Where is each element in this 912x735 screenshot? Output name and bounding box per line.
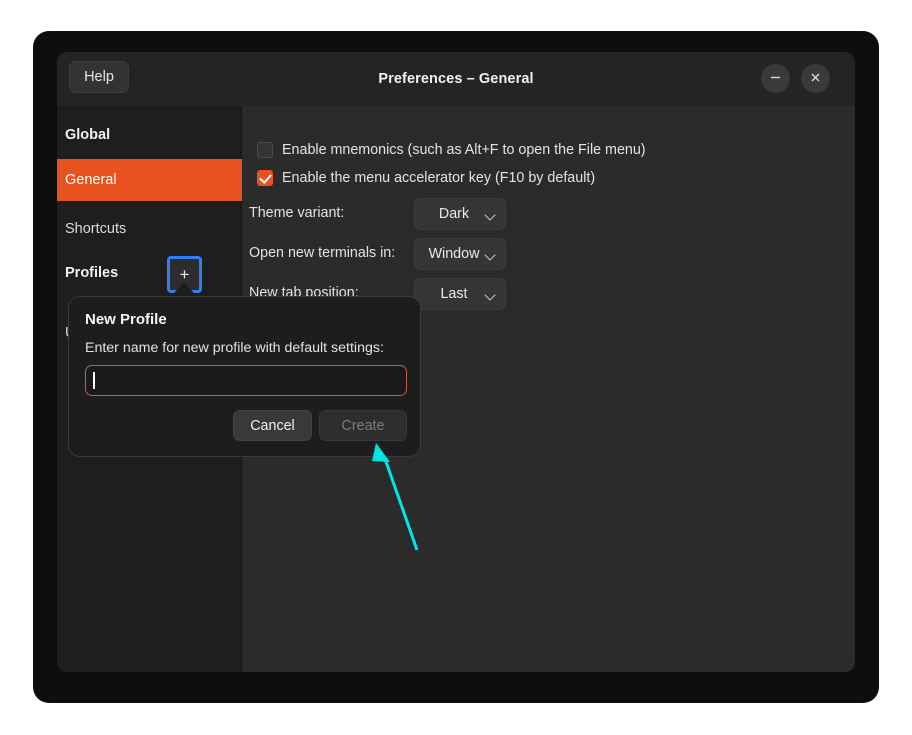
window-headerbar: Preferences – General Help [57, 52, 855, 106]
help-button[interactable]: Help [69, 61, 129, 93]
checkbox-label-mnemonics: Enable mnemonics (such as Alt+F to open … [282, 140, 646, 160]
sidebar-header-profiles: Profiles [57, 258, 242, 288]
theme-variant-select[interactable]: Dark [414, 198, 506, 230]
window-title: Preferences – General [57, 52, 855, 106]
checkbox-label-menu-accelerator: Enable the menu accelerator key (F10 by … [282, 168, 595, 188]
chevron-down-icon [486, 211, 495, 220]
create-button: Create [319, 410, 407, 441]
text-caret [93, 372, 95, 389]
sidebar-header-global: Global [57, 120, 242, 150]
profile-name-input[interactable] [85, 365, 407, 396]
popover-title: New Profile [85, 311, 167, 328]
option-label-theme-variant: Theme variant: [249, 205, 344, 221]
close-icon [809, 71, 822, 84]
close-button[interactable] [801, 64, 830, 93]
minimize-icon [769, 71, 782, 84]
checkbox-menu-accelerator[interactable] [257, 170, 273, 186]
open-new-terminals-select[interactable]: Window [414, 238, 506, 270]
chevron-down-icon [486, 251, 495, 260]
new-profile-popover: New Profile Enter name for new profile w… [68, 296, 421, 457]
popover-description: Enter name for new profile with default … [85, 340, 384, 356]
chevron-down-icon [486, 291, 495, 300]
minimize-button[interactable] [761, 64, 790, 93]
popover-tail [171, 283, 197, 296]
new-tab-position-select[interactable]: Last [414, 278, 506, 310]
sidebar-item-general[interactable]: General [57, 159, 242, 201]
checkbox-mnemonics[interactable] [257, 142, 273, 158]
option-label-open-new-terminals: Open new terminals in: [249, 245, 395, 261]
sidebar-item-shortcuts[interactable]: Shortcuts [57, 208, 242, 250]
cancel-button[interactable]: Cancel [233, 410, 312, 441]
screen-root: Preferences – General Help Global Genera… [0, 0, 912, 735]
